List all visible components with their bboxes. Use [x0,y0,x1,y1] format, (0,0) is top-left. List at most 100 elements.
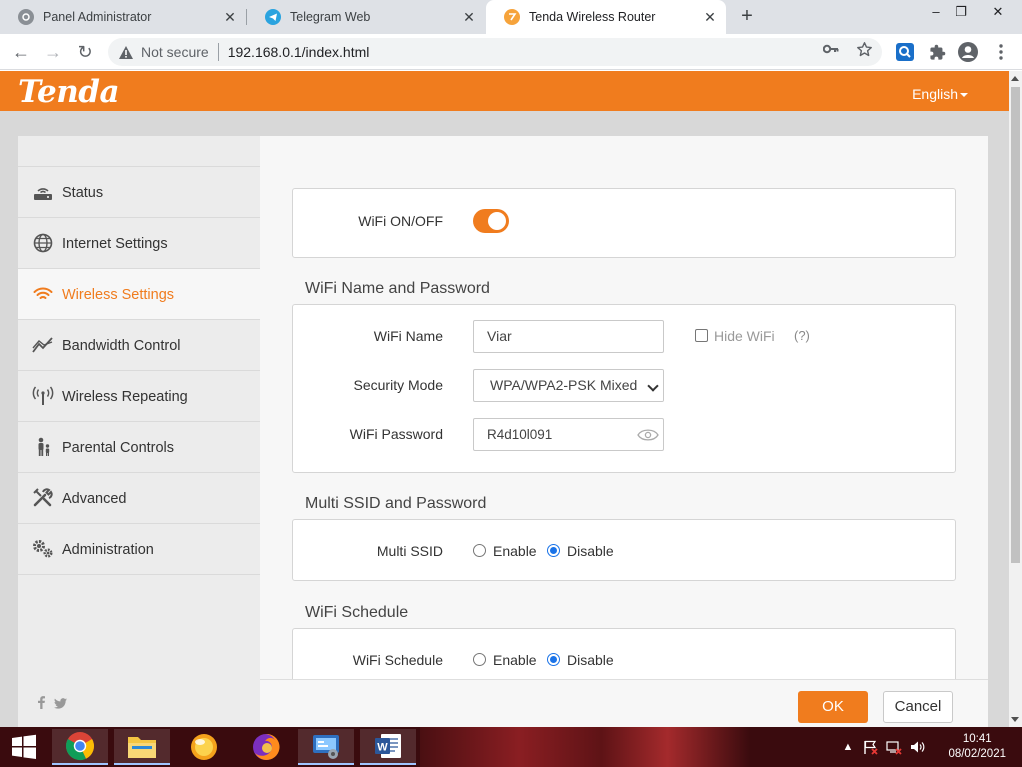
multi-ssid-enable-radio[interactable] [473,544,486,557]
url-text[interactable]: 192.168.0.1/index.html [228,44,370,60]
firefox-taskbar-icon[interactable] [238,729,294,765]
wifi-schedule-enable-radio[interactable] [473,653,486,666]
reload-icon[interactable]: ↻ [73,40,97,64]
forward-arrow-icon[interactable]: → [41,40,65,64]
sidebar-divider [18,574,260,575]
security-mode-select[interactable]: WPA/WPA2-PSK Mixed [473,369,664,402]
multi-ssid-label: Multi SSID [376,543,443,559]
browser-tab-strip: Panel Administrator ✕ Telegram Web ✕ Ten… [0,0,1022,34]
wifi-onoff-label: WiFi ON/OFF [358,213,443,229]
tenda-logo[interactable]: Tenda [18,74,120,110]
control-panel-taskbar-icon[interactable] [298,729,354,765]
multi-ssid-disable-radio[interactable] [547,544,560,557]
taskbar-clock[interactable]: 10:41 08/02/2021 [948,732,1006,762]
clock-time: 10:41 [962,733,992,745]
sidebar-item-status[interactable]: Status [18,166,260,217]
browser-menu-icon[interactable] [991,42,1011,62]
sidebar-item-label: Wireless Repeating [62,389,188,405]
tab-title: Tenda Wireless Router [529,10,656,24]
omnibox-divider [217,43,219,61]
wifi-schedule-disable-label[interactable]: Disable [567,652,614,668]
multi-ssid-box: Multi SSID Enable Disable [292,519,956,581]
gears-icon [32,538,54,560]
wifi-schedule-disable-radio[interactable] [547,653,560,666]
facebook-icon[interactable] [38,696,48,712]
key-icon[interactable] [822,40,840,58]
media-player-taskbar-icon[interactable] [176,729,232,765]
wifi-password-input[interactable]: R4d10l091 [473,418,664,451]
wallpaper-strip [420,727,750,767]
scroll-down-arrow-icon[interactable] [1011,717,1019,722]
caret-down-icon [960,93,968,98]
wifi-schedule-label: WiFi Schedule [352,652,443,668]
profile-avatar-icon[interactable] [958,42,978,62]
wifi-password-value: R4d10l091 [487,427,553,442]
multi-ssid-enable-label[interactable]: Enable [493,543,537,559]
social-links [38,696,68,712]
tab-title: Telegram Web [290,10,371,24]
wifi-onoff-toggle[interactable] [473,209,509,233]
bandwidth-chart-icon [32,334,54,356]
router-icon [32,181,54,203]
windows-taskbar: W ▲ 10:41 08/02/2021 [0,727,1022,767]
sidebar-item-wireless-settings[interactable]: Wireless Settings [18,268,260,319]
help-question-icon[interactable]: (?) [794,328,810,343]
warning-icon[interactable] [118,44,134,60]
sidebar-item-label: Administration [62,542,154,558]
ok-button[interactable]: OK [798,691,868,723]
wifi-schedule-enable-label[interactable]: Enable [493,652,537,668]
page-scrollbar[interactable] [1009,71,1022,727]
new-tab-button[interactable]: + [737,6,757,28]
restore-window-button[interactable]: ❐ [947,2,975,22]
cancel-button[interactable]: Cancel [883,691,953,723]
show-password-eye-icon[interactable] [637,428,659,442]
router-header: Tenda English [0,71,1009,111]
sidebar-item-wireless-repeating[interactable]: Wireless Repeating [18,370,260,421]
show-hidden-icons-caret-icon[interactable]: ▲ [840,739,856,755]
form-footer: OK Cancel [260,679,988,727]
sidebar-item-label: Wireless Settings [62,287,175,303]
file-explorer-taskbar-icon[interactable] [114,729,170,765]
sidebar-item-internet-settings[interactable]: Internet Settings [18,217,260,268]
sidebar-item-bandwidth-control[interactable]: Bandwidth Control [18,319,260,370]
search-extension-icon[interactable] [895,42,915,62]
hide-wifi-label[interactable]: Hide WiFi [714,328,775,344]
action-center-flag-icon[interactable] [862,739,878,755]
tab-panel-administrator[interactable]: Panel Administrator ✕ [0,0,246,34]
chrome-taskbar-icon[interactable] [52,729,108,765]
back-arrow-icon[interactable]: ← [9,40,33,64]
close-tab-icon[interactable]: ✕ [461,9,477,25]
sidebar-nav: Status Internet Settings Wireless Settin… [18,136,260,727]
word-taskbar-icon[interactable]: W [360,729,416,765]
twitter-icon[interactable] [54,698,68,712]
wifi-name-input[interactable]: Viar [473,320,664,353]
sidebar-item-parental-controls[interactable]: Parental Controls [18,421,260,472]
sidebar-item-advanced[interactable]: Advanced [18,472,260,523]
network-icon[interactable] [886,739,902,755]
wireless-settings-panel: WiFi ON/OFF WiFi Name and Password WiFi … [260,136,988,727]
sidebar-item-label: Bandwidth Control [62,338,181,354]
sidebar-item-label: Advanced [62,491,127,507]
section-title-multi-ssid: Multi SSID and Password [305,495,487,512]
close-tab-icon[interactable]: ✕ [222,9,238,25]
clock-date: 08/02/2021 [948,748,1006,760]
hide-wifi-checkbox[interactable] [695,329,708,342]
language-selector[interactable]: English [912,86,968,102]
close-tab-icon[interactable]: ✕ [702,9,718,25]
scrollbar-thumb[interactable] [1011,87,1020,563]
scroll-up-arrow-icon[interactable] [1011,76,1019,81]
security-status-label[interactable]: Not secure [141,44,209,60]
minimize-window-button[interactable]: – [922,2,950,22]
bookmark-star-icon[interactable] [855,40,873,58]
family-icon [32,436,54,458]
tab-telegram-web[interactable]: Telegram Web ✕ [247,0,485,34]
telegram-icon [265,9,281,25]
multi-ssid-disable-label[interactable]: Disable [567,543,614,559]
tab-tenda-wireless-router[interactable]: Tenda Wireless Router ✕ [486,0,726,34]
extensions-puzzle-icon[interactable] [927,42,947,62]
sidebar-item-administration[interactable]: Administration [18,523,260,574]
windows-start-icon[interactable] [0,729,48,765]
volume-icon[interactable] [910,739,926,755]
address-bar[interactable]: Not secure 192.168.0.1/index.html [108,38,882,66]
close-window-button[interactable]: ✕ [984,2,1012,22]
